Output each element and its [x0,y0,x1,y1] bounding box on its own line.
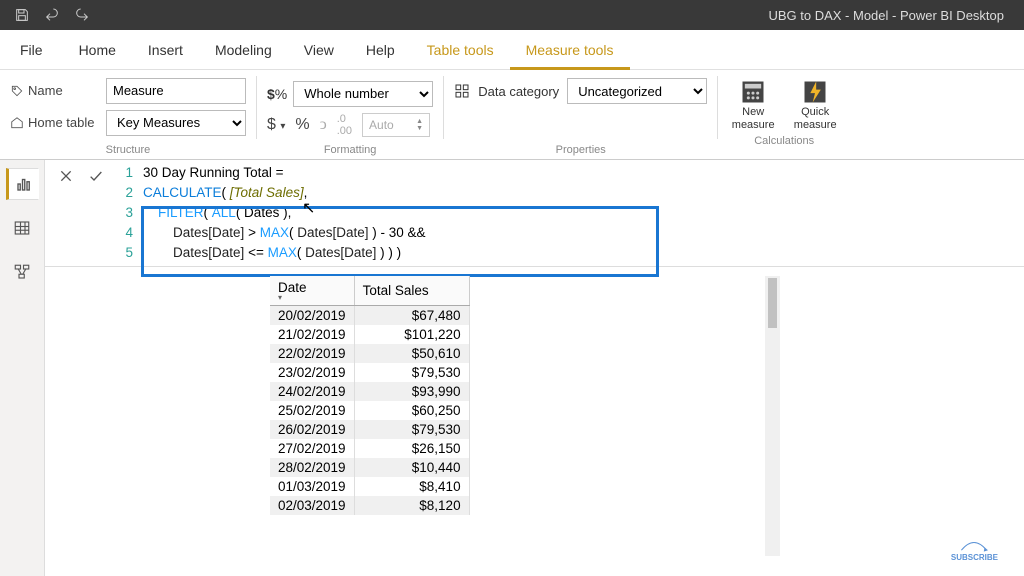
tab-insert[interactable]: Insert [132,30,199,70]
table-row[interactable]: 25/02/2019$60,250 [270,401,469,420]
table-row[interactable]: 22/02/2019$50,610 [270,344,469,363]
datatype-icon: $% [267,86,287,102]
group-label-structure: Structure [10,141,246,159]
category-icon [454,83,470,99]
group-structure: Name Home table Key Measures Structure [0,70,256,159]
table-row[interactable]: 20/02/2019$67,480 [270,306,469,326]
save-button[interactable] [8,1,36,29]
table-row[interactable]: 27/02/2019$26,150 [270,439,469,458]
table-row[interactable]: 28/02/2019$10,440 [270,458,469,477]
col-sales[interactable]: Total Sales [354,276,469,306]
tab-help[interactable]: Help [350,30,411,70]
result-table: Date Total Sales 20/02/2019$67,48021/02/… [270,276,475,515]
tab-measure-tools[interactable]: Measure tools [510,30,630,70]
formula-editor[interactable]: 130 Day Running Total = 2CALCULATE( [Tot… [117,160,1024,266]
thousands-button[interactable]: ͻ [320,116,327,134]
group-formatting: $% Whole number $ ▾ % ͻ .0.00 Auto▲▼ For… [257,70,443,159]
group-label-calculations: Calculations [728,132,840,150]
group-properties: Data category Uncategorized Properties [444,70,717,159]
col-date[interactable]: Date [270,276,354,306]
decimal-places-input[interactable]: Auto▲▼ [362,113,430,137]
table-row[interactable]: 24/02/2019$93,990 [270,382,469,401]
table-row[interactable]: 21/02/2019$101,220 [270,325,469,344]
name-label: Name [10,83,100,98]
hometable-label: Home table [10,115,100,130]
view-rail [0,160,45,576]
table-row[interactable]: 02/03/2019$8,120 [270,496,469,515]
ribbon-tabs: File Home Insert Modeling View Help Tabl… [0,30,1024,70]
hometable-select[interactable]: Key Measures [106,110,246,136]
table-row[interactable]: 26/02/2019$79,530 [270,420,469,439]
title-bar: UBG to DAX - Model - Power BI Desktop [0,0,1024,30]
quick-access-toolbar [0,1,96,29]
table-row[interactable]: 01/03/2019$8,410 [270,477,469,496]
redo-button[interactable] [68,1,96,29]
ribbon-body: Name Home table Key Measures Structure $… [0,70,1024,160]
report-view-button[interactable] [6,168,39,200]
commit-formula-button[interactable] [83,163,109,189]
tab-modeling[interactable]: Modeling [199,30,288,70]
new-measure-button[interactable]: New measure [728,78,778,132]
cancel-formula-button[interactable] [53,163,79,189]
data-view-button[interactable] [6,212,38,244]
group-label-properties: Properties [454,141,707,159]
data-category-select[interactable]: Uncategorized [567,78,707,104]
datatype-select[interactable]: Whole number [293,81,433,107]
formula-bar: 130 Day Running Total = 2CALCULATE( [Tot… [45,160,1024,267]
model-view-button[interactable] [6,256,38,288]
canvas: 130 Day Running Total = 2CALCULATE( [Tot… [45,160,1024,576]
tab-table-tools[interactable]: Table tools [411,30,510,70]
currency-button[interactable]: $ ▾ [267,116,285,134]
group-calculations: New measure Quick measure Calculations [718,70,850,159]
tab-home[interactable]: Home [63,30,132,70]
percent-button[interactable]: % [295,116,309,134]
data-category-label: Data category [478,84,559,99]
group-label-formatting: Formatting [267,141,433,159]
quick-measure-button[interactable]: Quick measure [790,78,840,132]
mouse-cursor-icon: ↖ [302,198,315,218]
vertical-scrollbar[interactable] [765,276,780,556]
subscribe-hint: SUBSCRIBE [951,539,998,562]
decimals-button[interactable]: .0.00 [337,113,352,137]
window-title: UBG to DAX - Model - Power BI Desktop [96,8,1024,23]
tab-view[interactable]: View [288,30,350,70]
tab-file[interactable]: File [0,30,63,70]
undo-button[interactable] [38,1,66,29]
name-input[interactable] [106,78,246,104]
table-row[interactable]: 23/02/2019$79,530 [270,363,469,382]
